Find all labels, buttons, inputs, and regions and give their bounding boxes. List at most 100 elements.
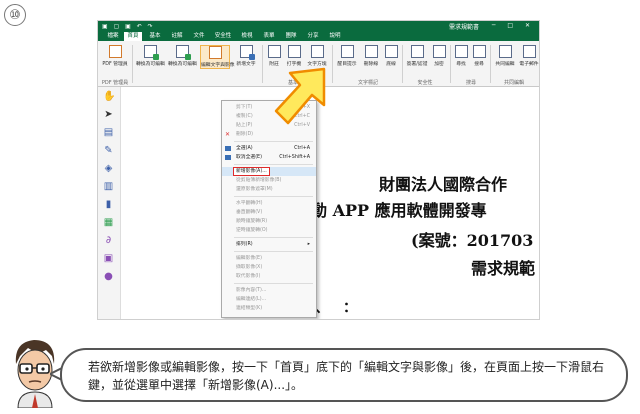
pages-icon[interactable]: ▤ <box>103 127 114 138</box>
ctx-deselect-all[interactable]: 取消全選(E) Ctrl+Shift+A <box>222 153 316 162</box>
ctx-separator <box>234 283 313 284</box>
ctx-rotate-ccw-label: 逆時鐘旋轉(O) <box>236 228 268 233</box>
strikeout-label: 刪除線 <box>363 62 379 67</box>
ctx-add-image[interactable]: 新增影像(A)... <box>222 167 316 176</box>
attachment-icon[interactable]: ∂ <box>103 235 114 246</box>
ctx-edit-image-label: 編輯影像(E) <box>236 256 262 261</box>
typewriter-button[interactable]: 打字機 <box>284 45 304 67</box>
ctx-arrange[interactable]: 排列(R) ▸ <box>222 240 316 249</box>
menu-share[interactable]: 分享 <box>304 32 322 41</box>
convert-editable-label: 轉換為可編輯 <box>136 62 165 67</box>
convert-editable-button[interactable]: 轉換為可編輯 <box>136 45 165 67</box>
menu-bar: 檔案 首頁 基本 註解 文件 安全性 檢視 表單 團隊 分享 說明 <box>98 32 539 41</box>
highlight-button[interactable]: 醒目提示 <box>334 45 360 67</box>
menu-security[interactable]: 安全性 <box>212 32 234 41</box>
menu-team[interactable]: 團隊 <box>282 32 300 41</box>
pdf-manager-label: PDF 管理員 <box>102 62 128 67</box>
convert-editable-2-button[interactable]: 轉換為可編輯 <box>168 45 197 67</box>
textbox-button[interactable]: 文字方塊 <box>304 45 330 67</box>
location-pin-icon[interactable]: ● <box>103 271 114 282</box>
ctx-separator <box>234 196 313 197</box>
add-text-button[interactable]: 新增文字 <box>232 45 260 67</box>
article-icon[interactable]: ▮ <box>103 199 114 210</box>
ctx-add-image-clipboard[interactable]: 從剪貼簿新增影像(B) <box>222 176 316 185</box>
layers-icon[interactable]: ◈ <box>103 163 114 174</box>
select-arrow-icon[interactable]: ➤ <box>103 109 114 120</box>
ctx-replace-image[interactable]: 取代影像(I) <box>222 272 316 281</box>
window-controls[interactable]: ─ □ ✕ <box>492 22 535 29</box>
ctx-separator <box>234 251 313 252</box>
menu-home[interactable]: 首頁 <box>124 32 142 41</box>
document-title: 需求規範書 <box>448 24 479 31</box>
ctx-rotate-cw[interactable]: 順時鐘旋轉(R) <box>222 217 316 226</box>
app-screenshot: ▣ ▢ ▣ ↶ ↷ 需求規範書 ─ □ ✕ 檔案 首頁 基本 註解 文件 安全性… <box>97 20 540 320</box>
menu-file[interactable]: 檔案 <box>104 32 122 41</box>
ctx-link-type[interactable]: 連結類型(K) <box>222 304 316 313</box>
ctx-restore-mask[interactable]: 還原影像遮罩(M) <box>222 185 316 194</box>
ctx-add-image-label: 新增影像(A)... <box>233 167 270 176</box>
find-button[interactable]: 尋找 <box>452 45 470 67</box>
doc-line-spec: 需求規範 <box>471 259 536 278</box>
pdf-manager-icon <box>108 45 122 58</box>
bookmark-icon[interactable]: ✎ <box>103 145 114 156</box>
group-label-text-markup: 文字標記 <box>357 80 378 86</box>
ctx-extract-image[interactable]: 擷取影像(X) <box>222 263 316 272</box>
underline-icon <box>384 45 398 58</box>
ctx-paste-label: 貼上(P) <box>236 123 253 128</box>
underline-button[interactable]: 底線 <box>382 45 400 67</box>
ctx-separator <box>234 141 313 142</box>
convert-editable-2-label: 轉換為可編輯 <box>168 62 197 67</box>
step-number-badge: ⑩ <box>4 4 26 26</box>
ctx-link-type-label: 連結類型(K) <box>236 306 263 311</box>
ctx-copy-label: 複製(C) <box>236 114 253 119</box>
ctx-image-properties[interactable]: 影像內容(T)... <box>222 286 316 295</box>
quick-access-icons[interactable]: ▣ ▢ ▣ ↶ ↷ <box>102 23 155 30</box>
menu-help[interactable]: 說明 <box>326 32 344 41</box>
edit-text-image-icon <box>208 46 222 59</box>
submenu-arrow-icon: ▸ <box>307 242 310 247</box>
ctx-select-all-label: 全選(A) <box>236 146 253 151</box>
ctx-select-all-shortcut: Ctrl+A <box>294 146 310 151</box>
group-label-pdf-manager: PDF 管理員 <box>101 80 129 86</box>
ctx-rotate-cw-label: 順時鐘旋轉(R) <box>236 219 268 224</box>
hand-tool-icon[interactable]: ✋ <box>103 91 115 102</box>
menu-view[interactable]: 檢視 <box>238 32 256 41</box>
deselect-all-icon <box>225 155 231 160</box>
binoculars-button[interactable]: 搜尋 <box>470 45 488 67</box>
menu-form[interactable]: 表單 <box>260 32 278 41</box>
strikeout-button[interactable]: 刪除線 <box>360 45 382 67</box>
menu-document[interactable]: 文件 <box>190 32 208 41</box>
doc-line-colon: ： <box>343 300 357 316</box>
encrypt-button[interactable]: 加密 <box>430 45 448 67</box>
grid-icon[interactable]: ▦ <box>103 217 114 228</box>
ctx-select-all[interactable]: 全選(A) Ctrl+A <box>222 144 316 153</box>
encrypt-label: 加密 <box>434 62 444 67</box>
ctx-edit-link-label: 編輯連結(L)... <box>236 297 267 302</box>
note-button[interactable]: 附註 <box>264 45 284 67</box>
sign-button[interactable]: 簽署/認證 <box>404 45 430 67</box>
menu-annotate[interactable]: 註解 <box>168 32 186 41</box>
ctx-extract-image-label: 擷取影像(X) <box>236 265 263 270</box>
ctx-rotate-ccw[interactable]: 逆時鐘旋轉(O) <box>222 226 316 235</box>
pdf-manager-button[interactable]: PDF 管理員 <box>101 45 129 67</box>
edit-text-image-button[interactable]: 編輯文字與影像 <box>200 45 235 69</box>
ctx-edit-image[interactable]: 編輯影像(E) <box>222 254 316 263</box>
delete-x-icon: ✕ <box>225 131 231 138</box>
co-edit-button[interactable]: 共同編輯 <box>492 45 518 67</box>
ctx-separator <box>234 237 313 238</box>
group-label-co-edit: 共同編輯 <box>503 80 524 86</box>
ctx-image-properties-label: 影像內容(T)... <box>236 288 267 293</box>
co-edit-icon <box>498 45 512 58</box>
search-icon <box>454 45 468 58</box>
email-button[interactable]: 電子郵件 <box>518 45 539 67</box>
ribbon-separator <box>262 45 263 83</box>
strikeout-icon <box>364 45 378 58</box>
thumbnail-icon[interactable]: ▥ <box>103 181 114 192</box>
comment-icon[interactable]: ▣ <box>103 253 114 264</box>
sign-icon <box>410 45 424 58</box>
convert-editable-2-icon <box>175 45 191 60</box>
menu-basic[interactable]: 基本 <box>146 32 164 41</box>
ctx-flip-horizontal[interactable]: 水平翻轉(H) <box>222 199 316 208</box>
ctx-flip-vertical[interactable]: 垂直翻轉(V) <box>222 208 316 217</box>
ctx-edit-link[interactable]: 編輯連結(L)... <box>222 295 316 304</box>
